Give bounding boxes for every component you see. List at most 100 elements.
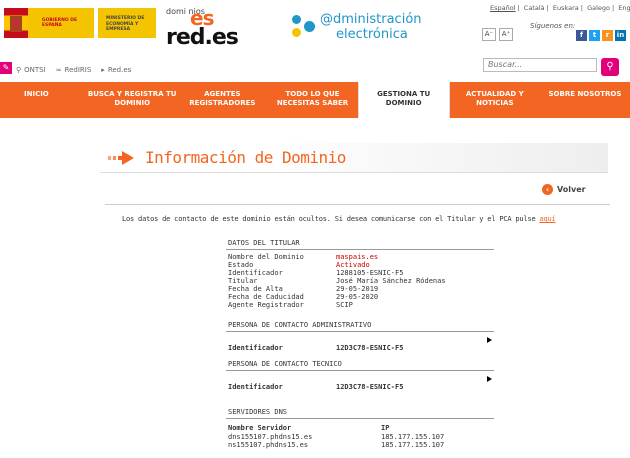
lang-eu[interactable]: Euskara (553, 4, 579, 12)
rediris-icon: ≈ (55, 66, 62, 74)
field-value: 29-05-2020 (336, 293, 379, 301)
back-arrow-icon: ‹ (542, 184, 553, 195)
search-input[interactable]: Buscar... (483, 58, 597, 72)
table-row: Identificador 12D3C78-ESNIC-F5 (226, 383, 494, 392)
red-es-logo[interactable]: domi nios es red.es (166, 6, 239, 50)
privacy-notice: Los datos de contacto de este dominio es… (122, 215, 556, 223)
rediris-label: RedIRIS (64, 66, 92, 74)
field-value: 12D3C78-ESNIC-F5 (336, 344, 404, 352)
red-es-label: red.es (166, 25, 239, 50)
lang-en[interactable]: English (618, 4, 630, 12)
rediris-link[interactable]: ≈ RedIRIS (56, 66, 92, 74)
table-row: Fecha de Alta 29-05-2019 (226, 285, 494, 293)
table-row: Identificador 12D3C78-ESNIC-F5 (226, 344, 494, 353)
nav-actualidad[interactable]: ACTUALIDAD Y NOTICIAS (450, 82, 540, 118)
social-links: f t r in (576, 30, 626, 41)
contact-link[interactable]: aquí (540, 215, 556, 223)
field-value: SCIP (336, 301, 353, 309)
nav-todo-lo-que[interactable]: TODO LO QUE NECESITAS SABER (267, 82, 357, 118)
facebook-icon[interactable]: f (576, 30, 587, 41)
twitter-icon[interactable]: t (589, 30, 600, 41)
table-row: Identificador 1288105-ESNIC-F5 (226, 269, 494, 277)
table-row: Titular José María Sánchez Ródenas (226, 277, 494, 285)
titular-section: DATOS DEL TITULAR Nombre del Dominio masp… (226, 236, 494, 309)
font-decrease-button[interactable]: A⁻ (482, 28, 496, 41)
field-value: José María Sánchez Ródenas (336, 277, 446, 285)
language-selector: Español| Català| Euskara| Galego| Englis… (488, 4, 630, 12)
table-row: Nombre del Dominio maspais.es (226, 253, 494, 261)
field-value: Activado (336, 261, 370, 269)
linkedin-icon[interactable]: in (615, 30, 626, 41)
field-value: 29-05-2019 (336, 285, 379, 293)
field-label: Agente Registrador (228, 301, 304, 309)
table-row: ns155107.phdns15.es 185.177.155.107 (226, 441, 494, 449)
back-button[interactable]: ‹ Volver (542, 184, 586, 195)
font-increase-button[interactable]: A⁺ (499, 28, 513, 41)
administracion-electronica-logo[interactable]: @dministración electrónica (290, 10, 430, 44)
nav-gestiona[interactable]: GESTIONA TU DOMINIO (357, 82, 450, 124)
dns-ip: 185.177.155.107 (381, 433, 445, 441)
dns-section: SERVIDORES DNS Nombre Servidor IP dns1551… (226, 405, 494, 449)
lang-ca[interactable]: Català (524, 4, 545, 12)
dns-server: dns155107.phdns15.es (228, 433, 313, 441)
field-label: Fecha de Alta (228, 285, 283, 293)
notice-text: Los datos de contacto de este dominio es… (122, 215, 536, 223)
admin-dots-icon (290, 12, 320, 42)
pencil-icon[interactable]: ✎ (0, 62, 12, 74)
ministerio-logo[interactable]: MINISTERIO DE ECONOMÍA Y EMPRESA (98, 8, 156, 38)
nav-sobre[interactable]: SOBRE NOSOTROS (540, 82, 630, 118)
lang-gl[interactable]: Galego (587, 4, 610, 12)
tech-contact-heading: PERSONA DE CONTACTO TECNICO (226, 357, 494, 371)
table-header: Nombre Servidor IP (226, 424, 494, 433)
back-label: Volver (557, 185, 586, 194)
table-row: Agente Registrador SCIP (226, 301, 494, 309)
divider (105, 204, 610, 205)
field-label: Identificador (228, 344, 283, 352)
partner-links: ⚲ ONTSI ≈ RedIRIS ▸ Red.es (16, 66, 131, 74)
site-header: GOBIERNO DE ESPAÑA MINISTERIO DE ECONOMÍ… (0, 0, 630, 56)
dns-heading: SERVIDORES DNS (226, 405, 494, 419)
field-label: Identificador (228, 383, 283, 391)
nav-agentes[interactable]: AGENTES REGISTRADORES (177, 82, 267, 118)
field-value: 12D3C78-ESNIC-F5 (336, 383, 404, 391)
field-label: Identificador (228, 269, 283, 277)
titular-heading: DATOS DEL TITULAR (226, 236, 494, 250)
table-row: Estado Activado (226, 261, 494, 269)
expand-arrow-icon[interactable] (487, 337, 492, 343)
magnifier-icon: ⚲ (606, 61, 614, 72)
field-value: 1288105-ESNIC-F5 (336, 269, 404, 277)
main-nav: INICIO BUSCA Y REGISTRA TU DOMINIO AGENT… (0, 82, 630, 124)
admin-contact-section: PERSONA DE CONTACTO ADMINISTRATIVO Ident… (226, 318, 494, 353)
arrow-icon (108, 151, 134, 165)
tech-contact-section: PERSONA DE CONTACTO TECNICO Identificado… (226, 357, 494, 392)
redes-label: Red.es (107, 66, 132, 74)
page-title: Información de Dominio (145, 148, 346, 167)
nav-inicio[interactable]: INICIO (0, 82, 87, 118)
field-label: Titular (228, 277, 258, 285)
field-label: Fecha de Caducidad (228, 293, 304, 301)
cursor-icon: ▸ (101, 66, 105, 74)
lang-es[interactable]: Español (490, 4, 516, 12)
search-button[interactable]: ⚲ (601, 58, 619, 76)
dns-ip: 185.177.155.107 (381, 441, 445, 449)
expand-arrow-icon[interactable] (487, 376, 492, 382)
column-header: Nombre Servidor (228, 424, 292, 432)
ontsi-link[interactable]: ⚲ ONTSI (16, 66, 46, 74)
spain-coat-of-arms-icon (4, 8, 28, 38)
font-size-controls: A⁻ A⁺ (482, 28, 513, 41)
table-row: Fecha de Caducidad 29-05-2020 (226, 293, 494, 301)
field-value: maspais.es (336, 253, 379, 261)
gobierno-logo[interactable]: GOBIERNO DE ESPAÑA (4, 8, 94, 38)
redes-link[interactable]: ▸ Red.es (101, 66, 131, 74)
table-row: dns155107.phdns15.es 185.177.155.107 (226, 433, 494, 441)
nav-busca-registra[interactable]: BUSCA Y REGISTRA TU DOMINIO (87, 82, 177, 118)
field-label: Nombre del Dominio (228, 253, 304, 261)
ontsi-label: ONTSI (24, 66, 46, 74)
admin-line2: electrónica (336, 27, 408, 42)
column-header: IP (381, 424, 390, 432)
rss-icon[interactable]: r (602, 30, 613, 41)
admin-contact-heading: PERSONA DE CONTACTO ADMINISTRATIVO (226, 318, 494, 332)
field-label: Estado (228, 261, 254, 269)
follow-label: Síguenos en: (530, 22, 576, 30)
admin-line1: @dministración (320, 12, 422, 27)
